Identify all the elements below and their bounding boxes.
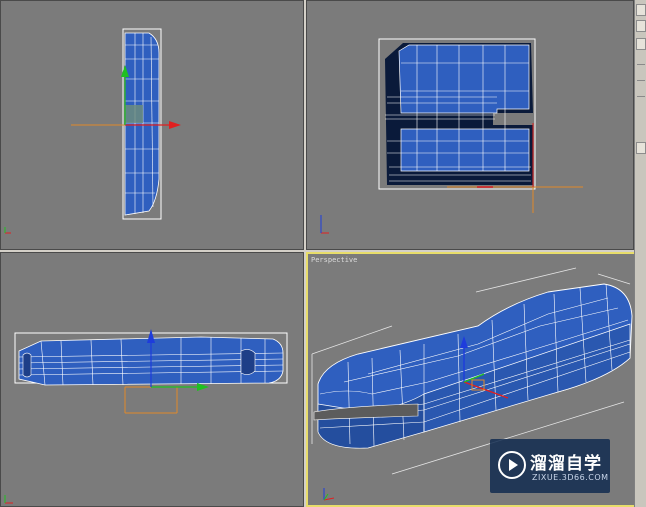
viewport-top[interactable] xyxy=(0,252,304,507)
panel-button[interactable] xyxy=(636,142,646,154)
panel-button[interactable] xyxy=(636,4,646,16)
site-watermark: 溜溜自学 ZIXUE.3D66.COM xyxy=(490,439,610,493)
left-view-mesh xyxy=(4,28,181,234)
command-panel[interactable] xyxy=(634,0,646,507)
panel-divider xyxy=(637,80,645,81)
panel-button[interactable] xyxy=(636,20,646,32)
axis-tripod-icon xyxy=(4,495,13,504)
top-view-mesh xyxy=(4,329,288,504)
panel-button[interactable] xyxy=(636,38,646,50)
viewport-front[interactable] xyxy=(306,0,634,250)
play-logo-icon xyxy=(498,451,526,479)
panel-divider xyxy=(637,96,645,97)
watermark-subtitle: ZIXUE.3D66.COM xyxy=(532,473,609,482)
axis-tripod-icon xyxy=(4,227,11,234)
panel-divider xyxy=(637,64,645,65)
viewport-left[interactable] xyxy=(0,0,304,250)
axis-tripod-icon xyxy=(320,215,329,234)
axis-tripod-icon xyxy=(323,488,335,501)
watermark-title: 溜溜自学 xyxy=(530,454,602,474)
front-view-mesh xyxy=(320,38,583,234)
